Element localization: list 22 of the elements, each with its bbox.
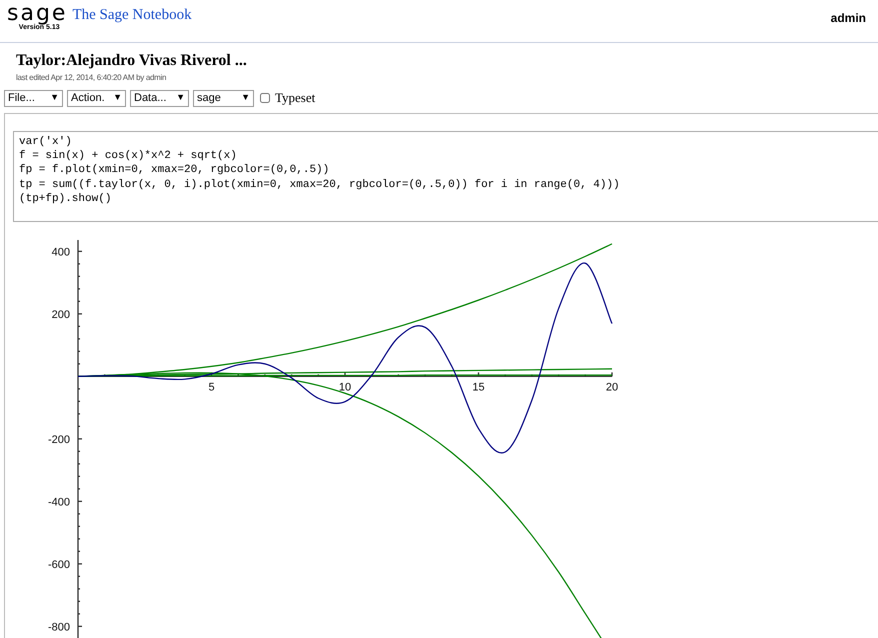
typeset-label: Typeset (275, 89, 316, 108)
y-tick-label: 400 (52, 246, 70, 258)
sage-logo: sage (7, 5, 68, 23)
y-tick-label: -200 (48, 434, 70, 446)
caret-icon: ▼ (113, 91, 122, 105)
y-tick-label: -400 (48, 496, 70, 508)
y-tick-label: -800 (48, 621, 70, 634)
last-edited-text: last edited Apr 12, 2014, 6:40:20 AM by admin (16, 72, 168, 84)
y-tick-label: 200 (52, 308, 70, 321)
code-line: var('x') (19, 135, 73, 150)
code-line: f = sin(x) + cos(x)*x^2 + sqrt(x) (19, 149, 238, 164)
caret-icon: ▼ (241, 91, 250, 105)
x-tick-label: 5 (208, 381, 215, 394)
x-tick-label: 10 (338, 381, 352, 394)
code-line: fp = f.plot(xmin=0, xmax=20, rgbcolor=(0,0,.5)) (19, 163, 330, 178)
code-line: tp = sum((f.taylor(x, 0, i).plot(xmin=0, xmax=20, rgbcolor=(0,.5,0)) for i in range(0, 4))) (19, 178, 621, 192)
y-tick-label: -600 (48, 558, 70, 571)
code-line: (tp+fp).show() (19, 192, 112, 206)
x-tick-label: 15 (472, 381, 485, 394)
x-tick-label: 20 (606, 381, 618, 394)
caret-icon: ▼ (50, 91, 59, 105)
caret-icon: ▼ (176, 91, 185, 105)
